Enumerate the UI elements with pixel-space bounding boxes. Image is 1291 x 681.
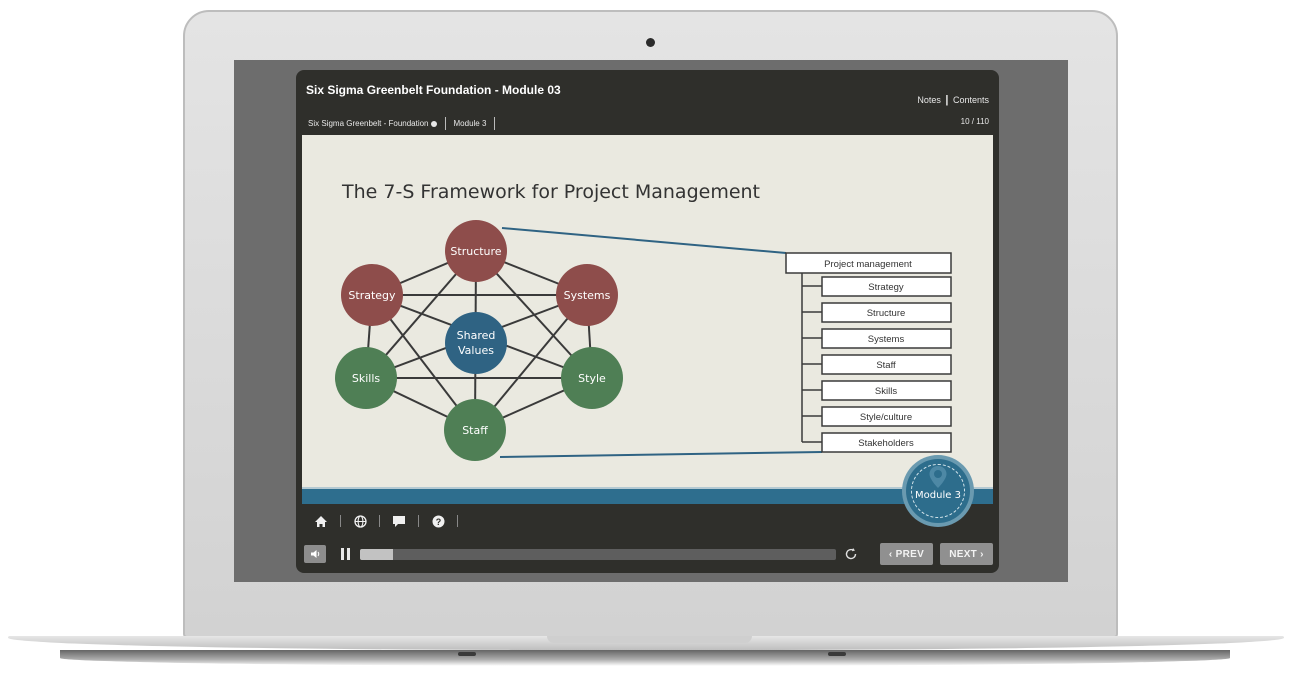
seven-s-diagram: Structure Strategy Systems Skills Style …	[335, 220, 952, 461]
progress-fill	[360, 549, 394, 560]
info-icon[interactable]	[430, 120, 437, 127]
laptop-foot	[828, 652, 846, 656]
help-icon[interactable]: ?	[425, 511, 451, 531]
tree-item-label: Style/culture	[860, 412, 912, 423]
laptop-shadow	[60, 650, 1230, 666]
notes-link[interactable]: Notes	[917, 95, 941, 105]
course-player: Six Sigma Greenbelt Foundation - Module …	[296, 70, 999, 573]
tree-item-label: Staff	[876, 360, 896, 371]
next-button[interactable]: NEXT ›	[940, 543, 993, 565]
progress-track[interactable]	[360, 549, 836, 560]
pause-button[interactable]	[341, 548, 351, 560]
tree-item-label: Structure	[867, 308, 906, 319]
node-staff-label: Staff	[462, 424, 488, 437]
pm-tree: Project management Strategy Structure Syst…	[785, 252, 952, 453]
module-badge-label: Module 3	[915, 490, 961, 501]
node-structure: Structure	[445, 220, 507, 282]
contents-link[interactable]: Contents	[953, 95, 989, 105]
links-separator: |	[945, 94, 949, 106]
tree-item-label: Skills	[875, 386, 897, 397]
toolbar: ?	[302, 506, 458, 536]
node-style-label: Style	[578, 372, 606, 385]
toolbar-divider	[418, 515, 419, 527]
tree-root-label: Project management	[824, 259, 912, 270]
toolbar-divider	[379, 515, 380, 527]
breadcrumb: Six Sigma Greenbelt - Foundation Module …	[308, 117, 503, 130]
globe-icon[interactable]	[347, 511, 373, 531]
module-ribbon	[302, 489, 993, 504]
breadcrumb-module[interactable]: Module 3	[454, 119, 487, 128]
chat-icon[interactable]	[386, 511, 412, 531]
shared-values-label-line1: Shared	[457, 329, 496, 342]
course-title: Six Sigma Greenbelt Foundation - Module …	[306, 83, 561, 97]
toolbar-divider	[457, 515, 458, 527]
node-strategy-label: Strategy	[348, 289, 396, 302]
shared-values-label-line2: Values	[458, 344, 494, 357]
node-systems: Systems	[556, 264, 618, 326]
tree-item-label: Systems	[868, 334, 905, 345]
node-structure-label: Structure	[450, 245, 501, 258]
breadcrumb-divider	[444, 117, 446, 130]
node-skills-label: Skills	[352, 372, 381, 385]
node-skills: Skills	[335, 347, 397, 409]
replay-icon[interactable]	[843, 546, 859, 562]
laptop-foot	[458, 652, 476, 656]
slide-content: The 7-S Framework for Project Management	[302, 135, 993, 489]
map-pin-icon	[929, 466, 947, 488]
svg-text:?: ?	[435, 517, 441, 527]
laptop-notch	[547, 636, 752, 643]
node-staff: Staff	[444, 399, 506, 461]
node-systems-label: Systems	[564, 289, 611, 302]
node-strategy: Strategy	[341, 264, 403, 326]
page-counter: 10 / 110	[960, 117, 989, 126]
module-badge: Module 3	[906, 459, 970, 523]
node-shared-values: Shared Values	[445, 312, 507, 374]
breadcrumb-course[interactable]: Six Sigma Greenbelt - Foundation	[308, 119, 429, 128]
tree-item-label: Stakeholders	[858, 438, 914, 449]
home-icon[interactable]	[308, 511, 334, 531]
camera-icon	[646, 38, 655, 47]
tree-item-label: Strategy	[868, 282, 904, 293]
speaker-icon	[310, 550, 319, 558]
playback-controls: ‹ PREV NEXT ›	[302, 543, 993, 565]
top-links: Notes | Contents	[917, 94, 989, 106]
toolbar-divider	[340, 515, 341, 527]
volume-button[interactable]	[304, 545, 326, 563]
node-style: Style	[561, 347, 623, 409]
prev-button[interactable]: ‹ PREV	[880, 543, 933, 565]
breadcrumb-divider	[494, 117, 496, 130]
